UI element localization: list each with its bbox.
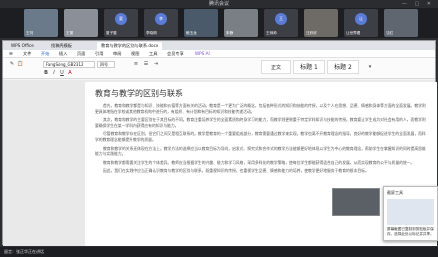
meeting-status-bar: 留言：张正华正在讲话 [0, 247, 438, 257]
participant-tile[interactable]: 王丽 [64, 9, 98, 37]
popup-text: 屏幕截图已复制到剪贴板并保存。选择此处以标记并共享。 [387, 227, 434, 236]
participant-tile[interactable]: 夏夏子墨 [104, 9, 138, 37]
list-icon[interactable]: ≡ [133, 61, 139, 67]
underline-icon[interactable]: U [59, 70, 65, 76]
style-heading-2[interactable]: 标题 2 [327, 60, 359, 74]
menu-item-reference[interactable]: 引用 [95, 50, 103, 58]
participant-tile[interactable]: 王刘 [24, 9, 58, 37]
participant-avatar: 让 [355, 13, 367, 25]
align-icon[interactable]: ☰ [143, 61, 149, 67]
menu-bar: ☰ 文件 开始 插入 页面 引用 审阅 视图 工具 会员专享 WPS AI [3, 50, 435, 59]
menu-item-member[interactable]: 会员专享 [167, 50, 184, 58]
paragraph: 教育和教学都需要关注学生的个体差异。教师应当根据学生的兴趣、能力和学习风格，采用… [103, 159, 415, 165]
italic-icon[interactable]: I [51, 70, 57, 76]
participant-name: 朱静 [226, 31, 234, 35]
participant-tile[interactable]: 朱静 [224, 9, 258, 37]
style-heading-1[interactable]: 标题 1 [293, 60, 325, 74]
participant-name: 王刘 [26, 31, 34, 35]
window-controls[interactable]: — ▢ ✕ [402, 1, 434, 7]
participant-name: 沈红 [386, 31, 394, 35]
format-painter-icon[interactable]: ✎ [9, 61, 15, 67]
self-camera-preview[interactable] [332, 188, 380, 216]
participant-tile[interactable]: 李李晓明 [144, 9, 178, 37]
style-normal[interactable]: 正文 [261, 60, 291, 74]
meeting-title-bar: 腾讯会议 [0, 0, 438, 8]
menu-item-file[interactable]: 文件 [23, 50, 31, 58]
indent-icon[interactable]: ⇥ [153, 61, 159, 67]
participant-tile[interactable]: 汪欣欣 [304, 9, 338, 37]
menu-item-insert[interactable]: 插入 [59, 50, 67, 58]
menu-item-wps-ai[interactable]: WPS AI [195, 50, 210, 58]
participant-tile[interactable]: 王王帅帅 [264, 9, 298, 37]
participant-name: 夏子墨 [106, 31, 117, 35]
participant-avatar: 夏 [115, 13, 127, 25]
tab-template[interactable]: 找稿壳模板 [47, 42, 76, 50]
document-title: 教育与教学的区别与联系 [95, 89, 183, 98]
hamburger-icon[interactable]: ☰ [9, 50, 13, 58]
participant-tile[interactable]: 让让世界看 [344, 9, 378, 37]
menu-item-view[interactable]: 视图 [131, 50, 139, 58]
participant-avatar: 李 [155, 13, 167, 25]
participant-name: 王帅帅 [266, 31, 277, 35]
paragraph: 教育和教学的关系还体现在方法上。教学方法的选择应当以教育目标为导向，启发式、探究… [95, 145, 426, 157]
paragraph: 其次，教育和教学的主要区别在于其目标的不同。教育注重培养学生的全面素质和终身学习… [95, 117, 426, 128]
menu-item-page[interactable]: 页面 [77, 50, 85, 58]
menu-item-tools[interactable]: 工具 [149, 50, 157, 58]
document-area: 教育与教学的区别与联系 首先，教育和教学都是与知识、技能和价值等方面有关的活动。… [3, 80, 437, 246]
meeting-title: 腾讯会议 [208, 1, 229, 7]
popup-header: 截屏工具 [387, 190, 403, 195]
chevron-down-icon[interactable]: ▾ [367, 64, 373, 70]
screenshot-notification[interactable]: 截屏工具 屏幕截图已复制到剪贴板并保存。选择此处以标记并共享。 [383, 186, 438, 241]
participant-avatar: 王 [275, 13, 287, 25]
menu-item-review[interactable]: 审阅 [113, 50, 121, 58]
ribbon-toolbar: ✎ 📋 FangSong_GB2312 四号 B I U A ≡ ☰ ⇥ 正文 … [3, 58, 435, 79]
bold-icon[interactable]: B [43, 70, 49, 76]
tab-wps-office[interactable]: WPS Office [7, 42, 38, 50]
font-name-select[interactable]: FangSong_GB2312 [43, 61, 95, 68]
paste-icon[interactable]: 📋 [17, 61, 23, 67]
participant-name: 鲍玉龙 [186, 31, 197, 35]
paragraph: 首先，教育和教学都是与知识、技能和价值等方面有关的活动。教育是一个更为广泛的概念… [95, 103, 426, 114]
participant-tile[interactable]: 鲍玉龙 [184, 9, 218, 37]
speaker-status: 留言：张正华正在讲话 [4, 249, 44, 254]
participant-tile[interactable]: 沈红 [384, 9, 418, 37]
participant-name: 王丽 [66, 31, 74, 35]
participant-name: 李晓明 [146, 31, 157, 35]
paragraph: 因此，我们在实践中应当正确认识教育与教学的区别与联系，既重视知识的传授，也重视学… [103, 168, 369, 174]
participant-name: 汪欣欣 [306, 31, 317, 35]
font-color-icon[interactable]: A [67, 70, 73, 76]
tab-document[interactable]: 教育与教学的区别与联系.docx [97, 42, 163, 50]
tab-bar: WPS Office 找稿壳模板 教育与教学的区别与联系.docx [3, 41, 435, 50]
participant-name: 让世界看 [346, 31, 361, 35]
screenshot-thumbnail[interactable] [387, 199, 434, 225]
paragraph: 尽管教育和教学存在区别，但它们之间又是相互联系的。教学是教育的一个重要组成部分，… [95, 131, 426, 142]
font-size-select[interactable]: 四号 [97, 61, 115, 68]
